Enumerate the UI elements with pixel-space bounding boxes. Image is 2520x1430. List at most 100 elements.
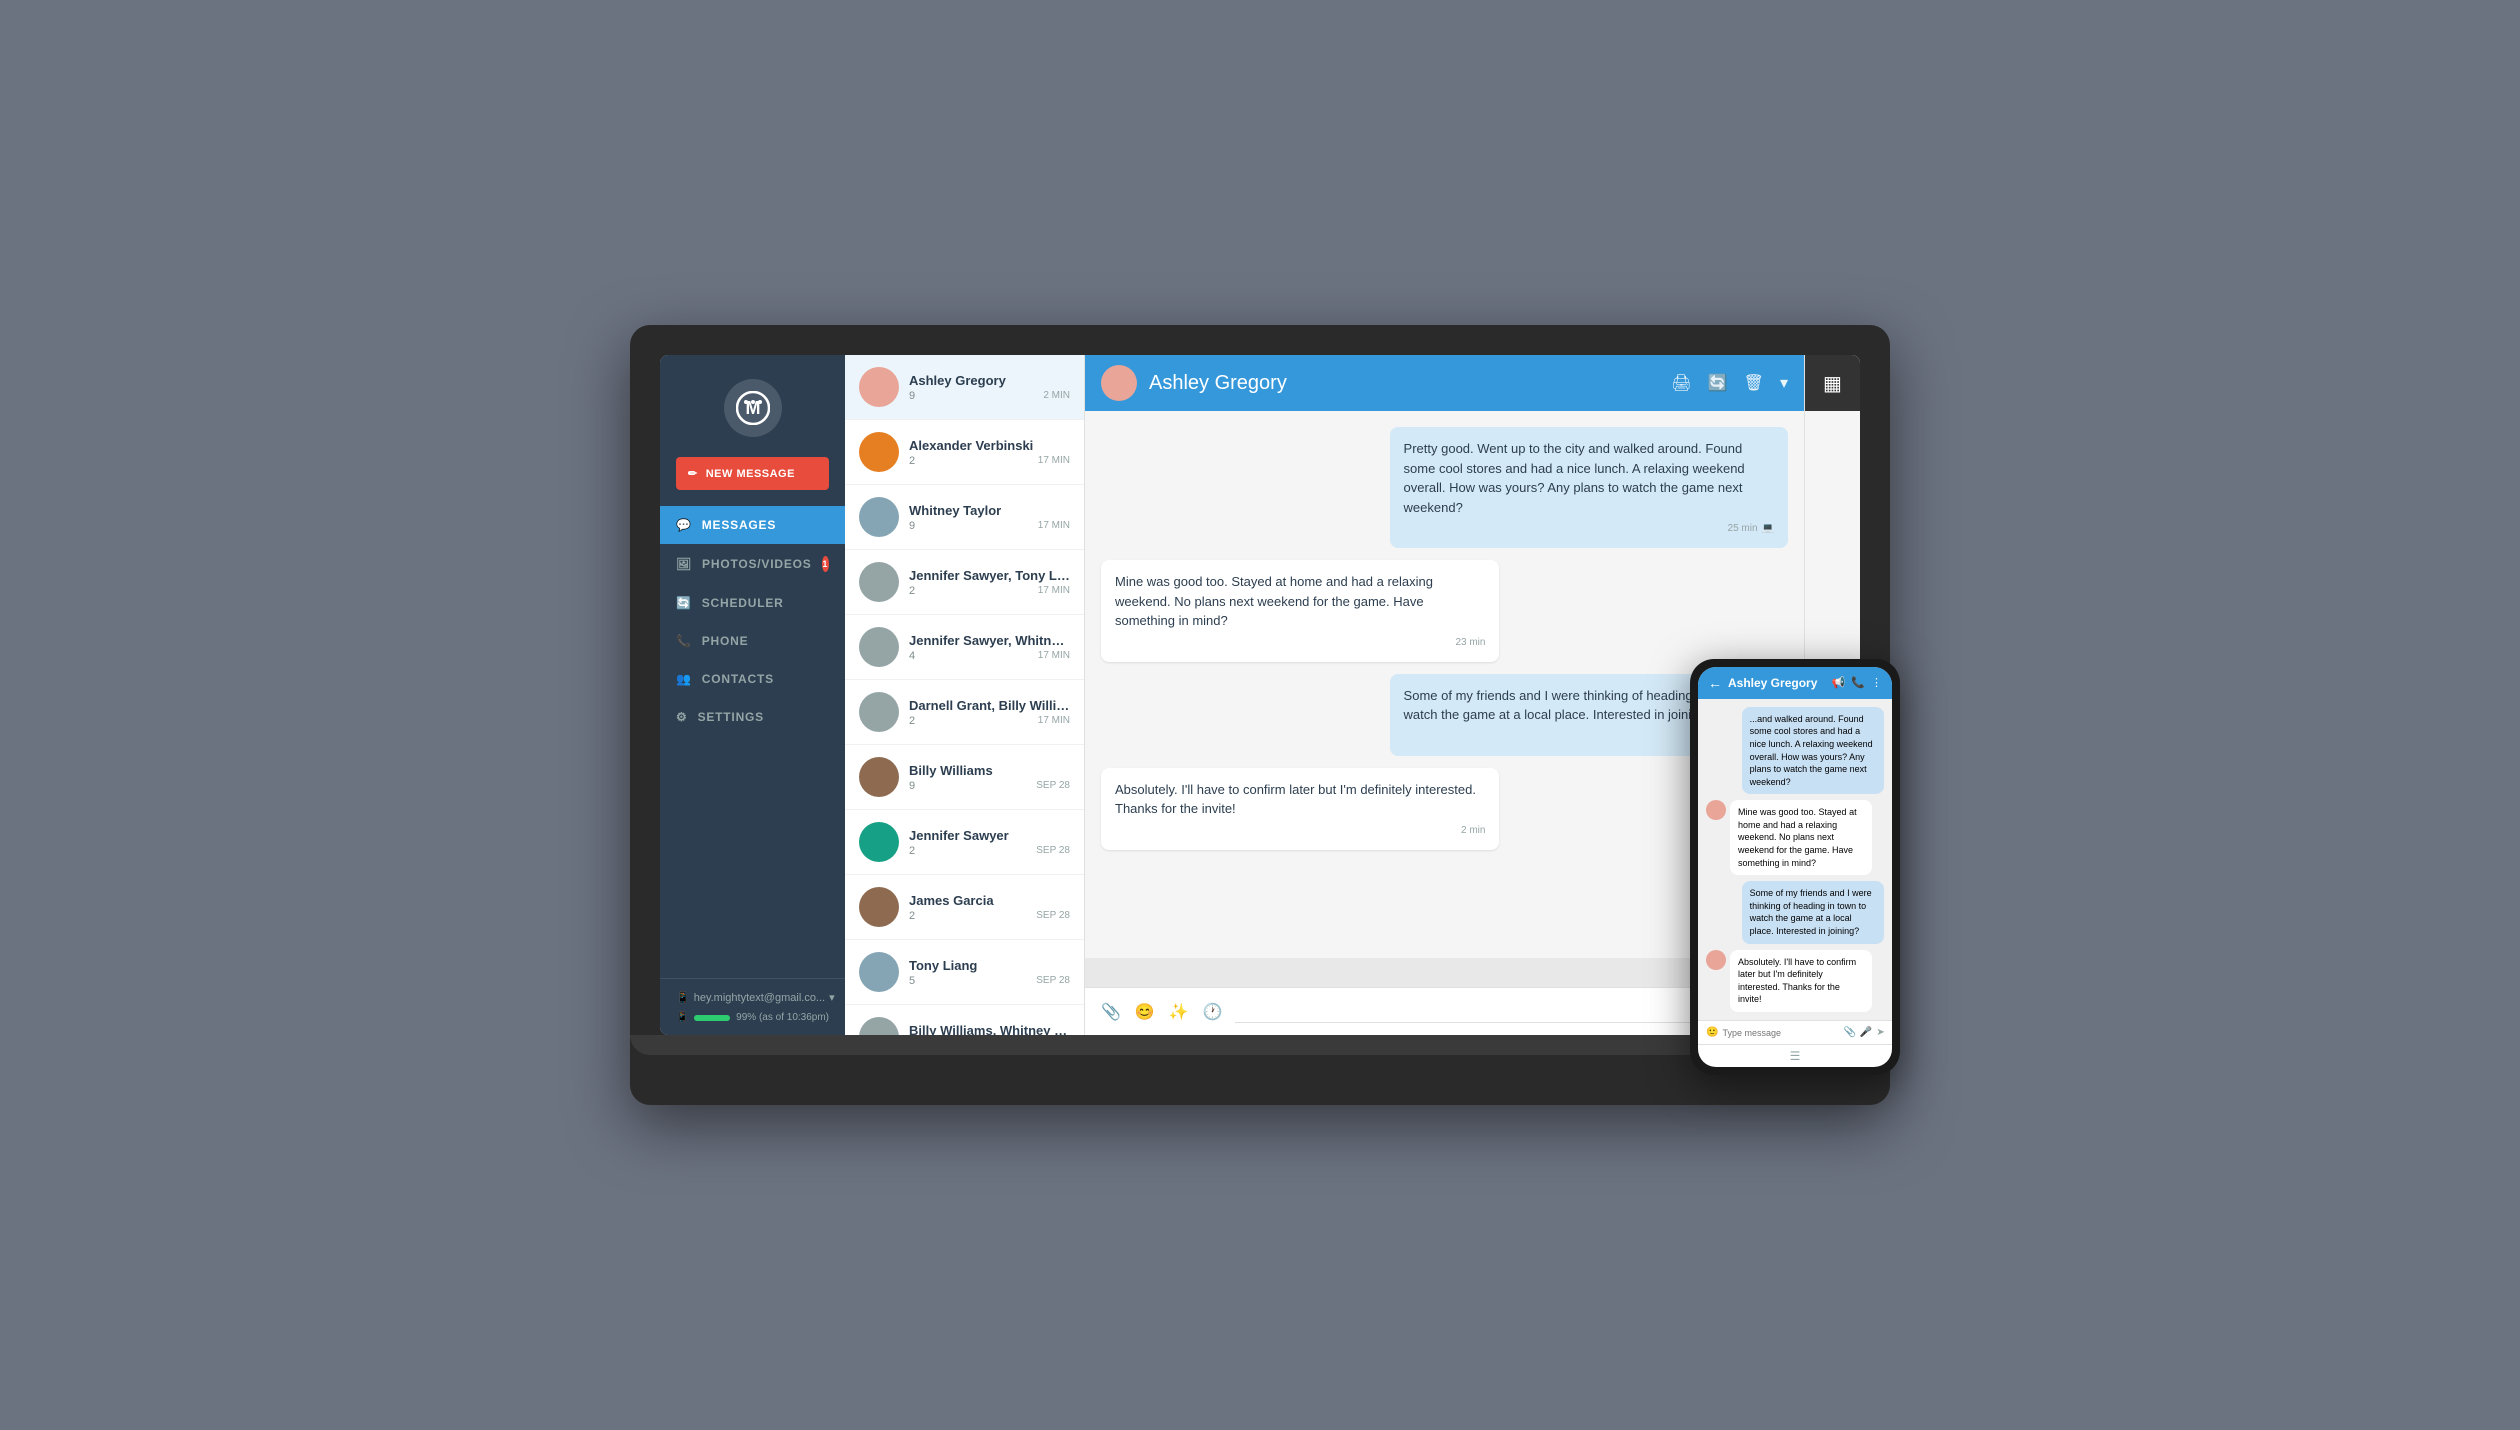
phone-input-area: 🙂 📎 🎤 ➤ — [1698, 1020, 1892, 1044]
chevron-icon[interactable]: ▾ — [1780, 373, 1788, 393]
laptop-frame: M ✏ NEW MESSAGE 💬 MESSAGES 🖼 PHOTOS/VIDE… — [630, 325, 1890, 1105]
print-icon[interactable]: 🖨 — [1671, 373, 1691, 393]
contact-count-5: 4 — [909, 650, 915, 662]
phone-more-icon[interactable]: ⋮ — [1871, 676, 1882, 689]
sidebar-item-messages[interactable]: 💬 MESSAGES — [660, 506, 845, 544]
emoji-icon[interactable]: 😊 — [1135, 1002, 1155, 1022]
phone-header-icons: 📢 📞 ⋮ — [1832, 676, 1882, 689]
contact-meta-1: 9 2 MIN — [909, 390, 1070, 402]
delete-icon[interactable]: 🗑 — [1744, 373, 1764, 393]
contact-info-5: Jennifer Sawyer, Whitney Taylor 4 17 MIN — [909, 633, 1070, 662]
battery-bar — [694, 1015, 730, 1021]
phone-avatar-1 — [1706, 800, 1726, 820]
chat-header-icons: 🖨 🔄 🗑 ▾ — [1671, 373, 1788, 393]
logo-icon: M — [724, 379, 782, 437]
contact-name-11: Billy Williams, Whitney Taylor — [909, 1023, 1070, 1036]
phone-input-icons: 📎 🎤 ➤ — [1843, 1027, 1884, 1038]
contact-meta-5: 4 17 MIN — [909, 650, 1070, 662]
account-row[interactable]: 📱 hey.mightytext@gmail.co... ▾ — [676, 991, 829, 1004]
new-message-button[interactable]: ✏ NEW MESSAGE — [676, 457, 829, 490]
phone-back-icon[interactable]: ← — [1708, 675, 1722, 691]
contact-count-3: 9 — [909, 520, 915, 532]
contact-item-1[interactable]: Ashley Gregory 9 2 MIN — [845, 355, 1084, 420]
contact-time-1: 2 MIN — [1043, 390, 1070, 401]
refresh-icon[interactable]: 🔄 — [1708, 373, 1728, 393]
contact-item-7[interactable]: Billy Williams 9 SEP 28 — [845, 745, 1084, 810]
phone-smiley-icon[interactable]: 🙂 — [1706, 1027, 1718, 1038]
contact-info-8: Jennifer Sawyer 2 SEP 28 — [909, 828, 1070, 857]
chat-header: Ashley Gregory 🖨 🔄 🗑 ▾ — [1085, 355, 1804, 411]
contact-info-10: Tony Liang 5 SEP 28 — [909, 958, 1070, 987]
chevron-down-icon: ▾ — [829, 991, 835, 1004]
magic-icon[interactable]: ✨ — [1169, 1002, 1189, 1022]
sidebar-item-contacts[interactable]: 👥 CONTACTS — [660, 660, 845, 698]
contact-info-6: Darnell Grant, Billy Williams 2 17 MIN — [909, 698, 1070, 727]
contact-avatar-9 — [859, 887, 899, 927]
nav-label-scheduler: SCHEDULER — [702, 596, 784, 610]
sidebar-item-scheduler[interactable]: 🔄 SCHEDULER — [660, 584, 845, 622]
nav-label-phone: PHONE — [702, 634, 749, 648]
message-input-container — [1235, 1000, 1750, 1023]
phone-message-input[interactable] — [1722, 1028, 1839, 1038]
nav-icon-scheduler: 🔄 — [676, 596, 692, 610]
contact-item-8[interactable]: Jennifer Sawyer 2 SEP 28 — [845, 810, 1084, 875]
contact-name-2: Alexander Verbinski — [909, 438, 1070, 453]
contact-item-4[interactable]: Jennifer Sawyer, Tony Liang 2 17 MIN — [845, 550, 1084, 615]
contact-item-6[interactable]: Darnell Grant, Billy Williams 2 17 MIN — [845, 680, 1084, 745]
contact-avatar-11 — [859, 1017, 899, 1035]
contact-time-4: 17 MIN — [1038, 585, 1070, 596]
contact-item-3[interactable]: Whitney Taylor 9 17 MIN — [845, 485, 1084, 550]
phone-message-row-1: Mine was good too. Stayed at home and ha… — [1706, 800, 1884, 875]
sidebar-bottom: 📱 hey.mightytext@gmail.co... ▾ 📱 99% (as… — [660, 978, 845, 1035]
phone-icon: 📱 — [676, 1012, 688, 1023]
message-text-1: Pretty good. Went up to the city and wal… — [1404, 439, 1774, 517]
sidebar-logo: M — [660, 355, 845, 457]
contact-avatar-7 — [859, 757, 899, 797]
contact-item-10[interactable]: Tony Liang 5 SEP 28 — [845, 940, 1084, 1005]
phone-header: ← Ashley Gregory 📢 📞 ⋮ — [1698, 667, 1892, 699]
account-email: hey.mightytext@gmail.co... — [694, 992, 825, 1004]
contact-item-11[interactable]: Billy Williams, Whitney Taylor 1 SEP 28 — [845, 1005, 1084, 1035]
sidebar-item-phone[interactable]: 📞 PHONE — [660, 622, 845, 660]
nav-icon-contacts: 👥 — [676, 672, 692, 686]
contact-list-items: Ashley Gregory 9 2 MIN Alexander Verbins… — [845, 355, 1084, 1035]
phone-mockup: ← Ashley Gregory 📢 📞 ⋮ ...and walked aro… — [1690, 659, 1900, 1075]
message-bubble-1: Pretty good. Went up to the city and wal… — [1390, 427, 1788, 548]
contact-time-7: SEP 28 — [1036, 780, 1070, 791]
message-input[interactable] — [1235, 1001, 1750, 1016]
contact-time-9: SEP 28 — [1036, 910, 1070, 921]
contact-info-4: Jennifer Sawyer, Tony Liang 2 17 MIN — [909, 568, 1070, 597]
contact-count-7: 9 — [909, 780, 915, 792]
sidebar-item-settings[interactable]: ⚙ SETTINGS — [660, 698, 845, 736]
attach-icon[interactable]: 📎 — [1101, 1002, 1121, 1022]
contact-meta-6: 2 17 MIN — [909, 715, 1070, 727]
phone-megaphone-icon[interactable]: 📢 — [1832, 676, 1846, 689]
chat-input-icons: 📎 😊 ✨ 🕐 — [1101, 1002, 1223, 1022]
contact-time-2: 17 MIN — [1038, 455, 1070, 466]
phone-list-icon[interactable]: ☰ — [1790, 1049, 1801, 1063]
contact-item-5[interactable]: Jennifer Sawyer, Whitney Taylor 4 17 MIN — [845, 615, 1084, 680]
grid-button[interactable]: ▦ — [1805, 355, 1861, 411]
message-bubble-2: Mine was good too. Stayed at home and ha… — [1101, 560, 1499, 662]
message-bubble-4: Absolutely. I'll have to confirm later b… — [1101, 768, 1499, 850]
nav-icon-settings: ⚙ — [676, 710, 688, 724]
phone-mic-icon[interactable]: 🎤 — [1860, 1027, 1872, 1038]
contact-meta-9: 2 SEP 28 — [909, 910, 1070, 922]
nav-label-contacts: CONTACTS — [702, 672, 774, 686]
contact-count-10: 5 — [909, 975, 915, 987]
contact-item-9[interactable]: James Garcia 2 SEP 28 — [845, 875, 1084, 940]
contact-meta-7: 9 SEP 28 — [909, 780, 1070, 792]
contact-count-4: 2 — [909, 585, 915, 597]
sidebar-item-photos[interactable]: 🖼 PHOTOS/VIDEOS 1 — [660, 544, 845, 584]
contact-avatar-2 — [859, 432, 899, 472]
edit-icon: ✏ — [688, 467, 698, 480]
contact-name-1: Ashley Gregory — [909, 373, 1070, 388]
phone-call-icon[interactable]: 📞 — [1851, 676, 1865, 689]
contact-count-2: 2 — [909, 455, 915, 467]
clock-icon[interactable]: 🕐 — [1203, 1002, 1223, 1022]
phone-paperclip-icon[interactable]: 📎 — [1843, 1027, 1855, 1038]
phone-send-icon[interactable]: ➤ — [1876, 1027, 1884, 1038]
phone-bubble-2: Some of my friends and I were thinking o… — [1742, 881, 1884, 943]
contact-count-6: 2 — [909, 715, 915, 727]
contact-item-2[interactable]: Alexander Verbinski 2 17 MIN — [845, 420, 1084, 485]
